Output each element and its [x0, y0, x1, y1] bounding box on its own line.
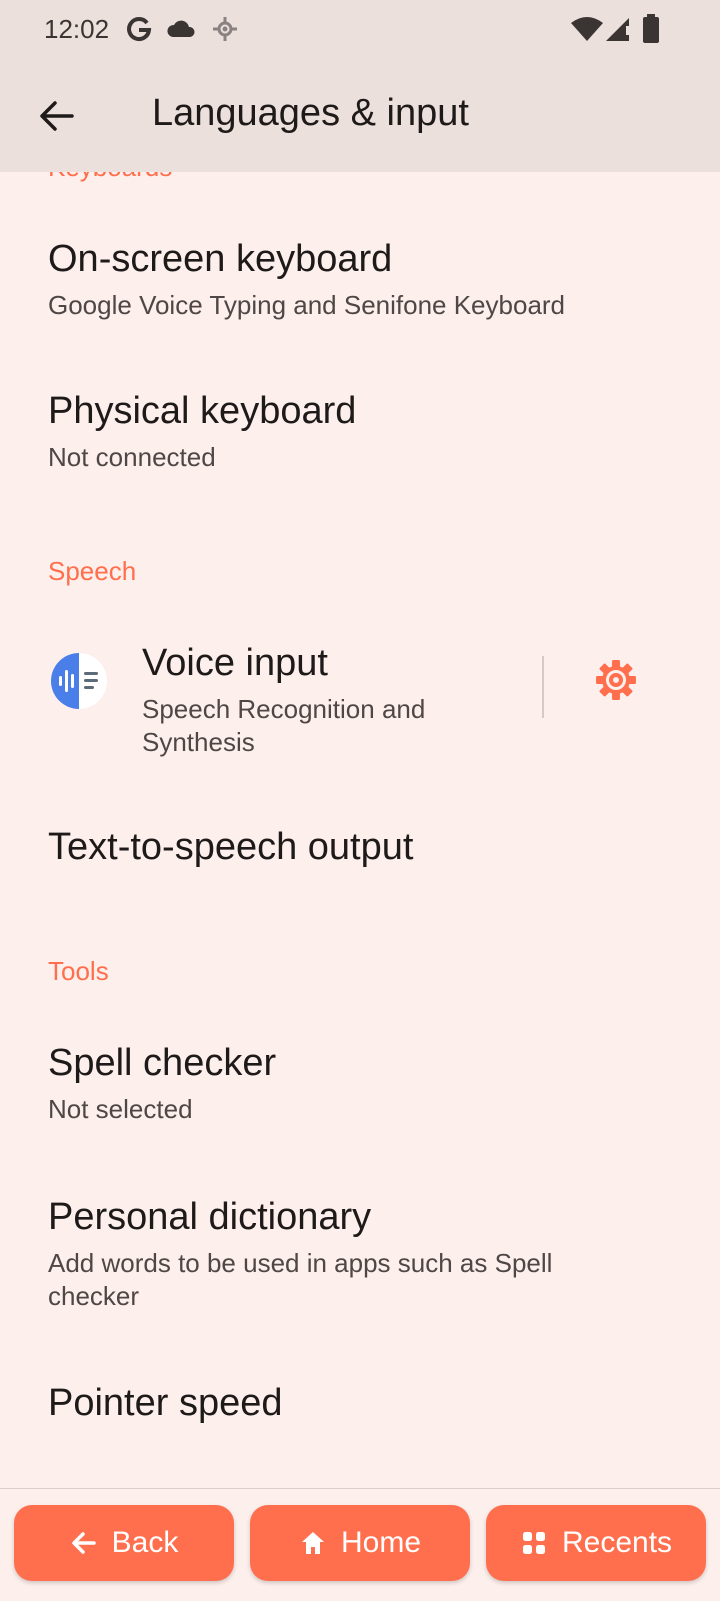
gear-icon[interactable] [594, 658, 638, 702]
setting-personal-dictionary[interactable]: Personal dictionary Add words to be used… [0, 1170, 720, 1340]
location-icon [213, 17, 237, 41]
home-icon [301, 1532, 324, 1554]
setting-subtitle: Not selected [48, 1094, 193, 1124]
battery-icon [643, 14, 659, 43]
back-arrow-icon [71, 1532, 96, 1554]
bottom-navigation: Back Home Recents [0, 1488, 720, 1601]
vertical-divider [542, 656, 544, 718]
setting-title: Spell checker [48, 1042, 277, 1084]
setting-title: On-screen keyboard [48, 238, 393, 280]
setting-title: Personal dictionary [48, 1196, 372, 1238]
setting-title: Voice input [142, 642, 328, 684]
setting-subtitle: Not connected [48, 442, 216, 472]
section-header-tools: Tools [48, 956, 109, 986]
setting-subtitle: Google Voice Typing and Senifone Keyboar… [48, 290, 566, 320]
recents-icon [522, 1532, 545, 1554]
setting-physical-keyboard[interactable]: Physical keyboard Not connected [0, 360, 720, 500]
settings-list[interactable]: Keyboards On-screen keyboard Google Voic… [0, 172, 720, 1488]
app-bar: Languages & input [0, 64, 720, 172]
setting-subtitle-line-1: Add words to be used in apps such as Spe… [48, 1248, 553, 1278]
setting-on-screen-keyboard[interactable]: On-screen keyboard Google Voice Typing a… [0, 208, 720, 348]
setting-title: Physical keyboard [48, 390, 357, 432]
section-header-speech: Speech [48, 556, 137, 586]
back-arrow-icon[interactable] [36, 96, 76, 136]
setting-subtitle-line-1: Speech Recognition and [142, 694, 426, 724]
voice-input-app-icon [51, 653, 107, 709]
status-time: 12:02 [44, 14, 110, 44]
setting-subtitle-line-2: Synthesis [142, 727, 255, 757]
setting-voice-input[interactable]: Voice input Speech Recognition and Synth… [0, 612, 720, 782]
back-button-label: Back [111, 1526, 179, 1559]
section-header-keyboards: Keyboards [48, 172, 172, 183]
recents-button-label: Recents [561, 1526, 673, 1559]
status-bar: 12:02 [0, 0, 720, 64]
setting-title: Pointer speed [48, 1382, 283, 1424]
setting-subtitle-line-2: checker [48, 1281, 140, 1311]
recents-button[interactable]: Recents [486, 1505, 706, 1581]
setting-text-to-speech-output[interactable]: Text-to-speech output [0, 792, 720, 932]
setting-title: Text-to-speech output [48, 826, 414, 868]
cloud-icon [167, 20, 195, 37]
back-button[interactable]: Back [14, 1505, 234, 1581]
wifi-icon [571, 17, 603, 41]
page-title: Languages & input [152, 92, 469, 134]
home-button-label: Home [340, 1526, 422, 1559]
home-button[interactable]: Home [250, 1505, 470, 1581]
signal-icon [606, 18, 629, 41]
google-icon [127, 17, 152, 42]
setting-spell-checker[interactable]: Spell checker Not selected [0, 1016, 720, 1156]
setting-pointer-speed[interactable]: Pointer speed [0, 1356, 720, 1486]
